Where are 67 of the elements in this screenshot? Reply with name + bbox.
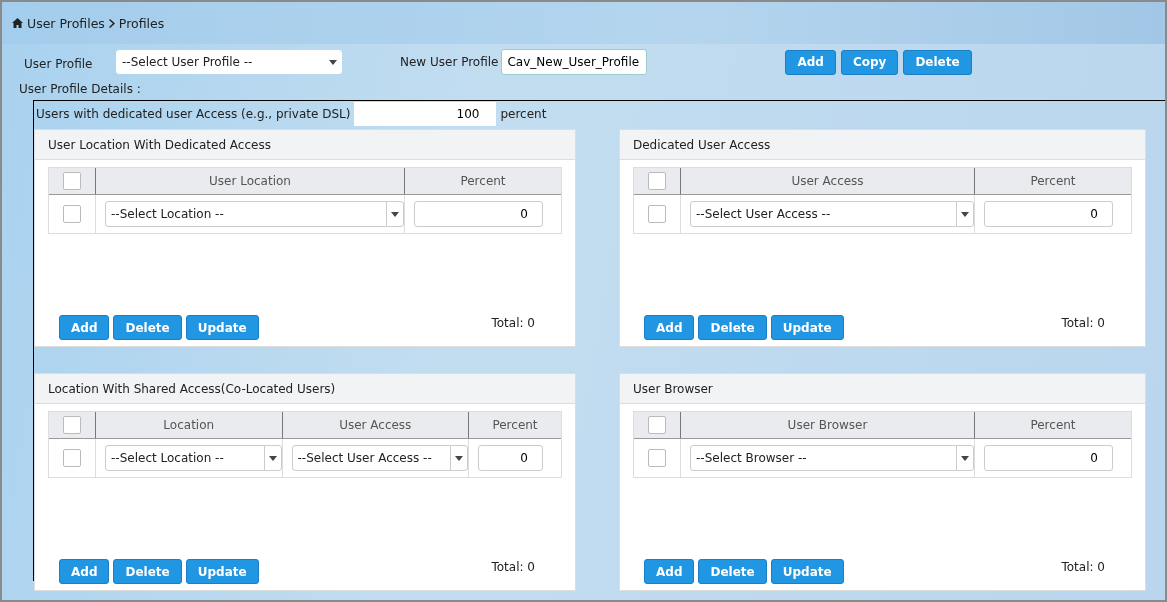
action-button[interactable]: Copy	[840, 49, 899, 75]
total-label: Total: 0	[491, 559, 535, 576]
column-header: User Access	[281, 412, 468, 438]
column-header: Percent	[468, 412, 561, 438]
chevron-icon	[108, 18, 115, 28]
action-button[interactable]: Delete	[698, 559, 767, 584]
percent-field[interactable]: 0	[414, 201, 543, 227]
new-user-profile-field[interactable]: Cav_New_User_Profile	[501, 49, 648, 75]
column-header: User Browser	[680, 412, 974, 438]
panel-title: Location With Shared Access(Co-Located Users)	[35, 374, 575, 404]
action-button[interactable]: Delete	[903, 49, 972, 75]
total-label: Total: 0	[1061, 315, 1105, 332]
checkbox[interactable]	[63, 416, 81, 434]
caret-icon	[455, 455, 463, 461]
action-button[interactable]: Add	[644, 315, 695, 340]
checkbox[interactable]	[63, 172, 81, 190]
percent-field[interactable]: 0	[984, 201, 1113, 227]
action-button[interactable]: Add	[644, 559, 695, 584]
user-profile-dropdown[interactable]: --Select User Profile --	[116, 50, 342, 74]
checkbox[interactable]	[648, 416, 666, 434]
action-button[interactable]: Delete	[113, 315, 182, 340]
percent-field[interactable]: 100	[354, 102, 497, 126]
action-button[interactable]: Update	[185, 315, 259, 340]
column-header: Percent	[974, 412, 1131, 438]
column-header: User Access	[680, 168, 974, 194]
column-header: Percent	[404, 168, 561, 194]
checkbox[interactable]	[648, 449, 666, 467]
dropdown[interactable]: --Select User Access --	[291, 445, 468, 471]
panel-title: User Location With Dedicated Access	[35, 130, 575, 160]
field-label: User Profile	[24, 57, 94, 71]
caret-icon	[329, 59, 337, 65]
dropdown[interactable]: --Select User Access --	[690, 201, 974, 227]
caret-icon	[268, 455, 277, 461]
action-button[interactable]: Add	[59, 315, 110, 340]
checkbox[interactable]	[648, 172, 666, 190]
dropdown[interactable]: --Select Browser --	[690, 445, 974, 471]
field-label: Users with dedicated user Access (e.g., private DSL)	[36, 107, 351, 121]
action-button[interactable]: Update	[770, 315, 844, 340]
home-icon[interactable]	[12, 18, 23, 28]
action-button[interactable]: Update	[770, 559, 844, 584]
total-label: Total: 0	[1061, 559, 1105, 576]
action-button[interactable]: Delete	[698, 315, 767, 340]
column-header: Location	[95, 412, 282, 438]
dropdown[interactable]: --Select Location --	[105, 445, 282, 471]
action-button[interactable]: Update	[185, 559, 259, 584]
action-button[interactable]: Add	[785, 49, 836, 75]
checkbox[interactable]	[63, 449, 81, 467]
column-header: Percent	[974, 168, 1131, 194]
panel-title: User Browser	[620, 374, 1145, 404]
unit-label: percent	[500, 107, 547, 121]
checkbox[interactable]	[648, 205, 666, 223]
caret-icon	[961, 455, 969, 461]
action-button[interactable]: Add	[59, 559, 110, 584]
breadcrumb-link[interactable]: Profiles	[118, 15, 165, 31]
panel-title: Dedicated User Access	[620, 130, 1145, 160]
section-label: User Profile Details :	[18, 81, 142, 98]
checkbox[interactable]	[63, 205, 81, 223]
percent-field[interactable]: 0	[478, 445, 543, 471]
caret-icon	[961, 211, 969, 217]
dropdown[interactable]: --Select Location --	[105, 201, 404, 227]
caret-icon	[391, 211, 399, 217]
field-label: New User Profile	[400, 55, 499, 69]
action-button[interactable]: Delete	[113, 559, 182, 584]
total-label: Total: 0	[491, 315, 535, 332]
percent-field[interactable]: 0	[984, 445, 1113, 471]
breadcrumb-link[interactable]: User Profiles	[27, 15, 105, 31]
column-header: User Location	[95, 168, 404, 194]
